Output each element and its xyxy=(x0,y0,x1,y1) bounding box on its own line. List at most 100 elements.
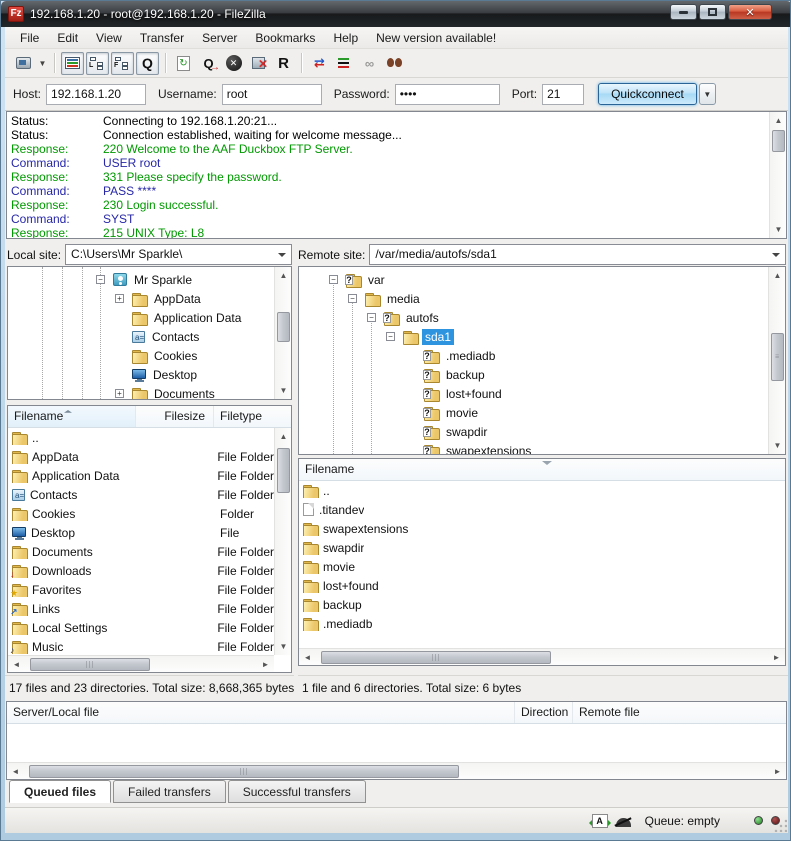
menu-bookmarks[interactable]: Bookmarks xyxy=(246,28,324,48)
remote-file-list[interactable]: Filename .. .titandev swapextensions swa… xyxy=(298,458,786,666)
title-bar[interactable]: Fz 192.168.1.20 - root@192.168.1.20 - Fi… xyxy=(1,1,791,27)
expand-expander[interactable]: + xyxy=(115,294,124,303)
search-button[interactable] xyxy=(383,52,406,75)
list-item[interactable]: lost+found xyxy=(299,576,785,595)
quickconnect-dropdown[interactable]: ▼ xyxy=(699,83,716,105)
toggle-remote-tree-button[interactable]: F xyxy=(111,52,134,75)
scrollbar-thumb[interactable] xyxy=(772,130,785,152)
collapse-expander[interactable]: − xyxy=(329,275,338,284)
message-log[interactable]: Status:Connecting to 192.168.1.20:21... … xyxy=(6,111,787,239)
scrollbar-thumb[interactable] xyxy=(277,312,290,342)
scroll-right-arrow[interactable]: ► xyxy=(769,763,786,780)
tree-item[interactable]: ?swapextensions xyxy=(299,441,785,455)
cancel-button[interactable]: ✕ xyxy=(222,52,245,75)
tree-item[interactable]: ?lost+found xyxy=(299,384,785,403)
scroll-left-arrow[interactable]: ◄ xyxy=(7,763,24,780)
scrollbar-thumb[interactable]: ||| xyxy=(321,651,551,664)
host-input[interactable] xyxy=(46,84,146,105)
local-file-list[interactable]: Filename Filesize Filetype .. AppDataFil… xyxy=(7,405,292,673)
scroll-down-arrow[interactable]: ▼ xyxy=(770,221,787,238)
tree-item[interactable]: −?var xyxy=(299,270,785,289)
tree-item[interactable]: −Mr Sparkle xyxy=(8,270,291,289)
list-item[interactable]: ↗LinksFile Folder xyxy=(8,599,274,618)
tab-successful-transfers[interactable]: Successful transfers xyxy=(228,780,366,803)
queue-hscrollbar[interactable]: ◄ ||| ► xyxy=(7,762,786,779)
menu-transfer[interactable]: Transfer xyxy=(131,28,193,48)
remote-tree-scrollbar[interactable]: ▲ ≡ ▼ xyxy=(768,267,785,454)
column-header-direction[interactable]: Direction xyxy=(515,702,573,723)
maximize-button[interactable] xyxy=(699,4,726,20)
close-button[interactable]: ✕ xyxy=(728,4,772,20)
tree-item[interactable]: Application Data xyxy=(8,308,291,327)
scrollbar-thumb[interactable]: ||| xyxy=(29,765,459,778)
list-item[interactable]: CookiesFolder xyxy=(8,504,274,523)
menu-file[interactable]: File xyxy=(11,28,48,48)
tree-item[interactable]: ?backup xyxy=(299,365,785,384)
synchronized-browsing-button[interactable]: ∞ xyxy=(358,52,381,75)
list-item[interactable]: ♪MusicFile Folder xyxy=(8,637,274,655)
tab-failed-transfers[interactable]: Failed transfers xyxy=(113,780,226,803)
menu-server[interactable]: Server xyxy=(193,28,246,48)
local-tree[interactable]: −Mr Sparkle +AppData Application Data Co… xyxy=(7,266,292,400)
collapse-expander[interactable]: − xyxy=(348,294,357,303)
toggle-message-log-button[interactable] xyxy=(61,52,84,75)
list-item[interactable]: ★FavoritesFile Folder xyxy=(8,580,274,599)
remote-tree[interactable]: −?var −media −?autofs −sda1 ?.mediadb ?b… xyxy=(298,266,786,455)
column-header-remote-file[interactable]: Remote file xyxy=(573,702,786,723)
list-item[interactable]: Local SettingsFile Folder xyxy=(8,618,274,637)
collapse-expander[interactable]: − xyxy=(367,313,376,322)
quickconnect-button[interactable]: Quickconnect xyxy=(598,83,697,105)
list-item[interactable]: DesktopFile xyxy=(8,523,274,542)
transfer-queue[interactable]: Server/Local file Direction Remote file … xyxy=(6,701,787,780)
username-input[interactable] xyxy=(222,84,322,105)
scroll-left-arrow[interactable]: ◄ xyxy=(8,656,25,673)
disconnect-button[interactable]: ✕ xyxy=(247,52,270,75)
list-item[interactable]: .titandev xyxy=(299,500,785,519)
log-scrollbar[interactable]: ▲ ▼ xyxy=(769,112,786,238)
list-item[interactable]: ↓DownloadsFile Folder xyxy=(8,561,274,580)
collapse-expander[interactable]: − xyxy=(96,275,105,284)
scroll-right-arrow[interactable]: ► xyxy=(257,656,274,673)
list-item[interactable]: .. xyxy=(8,428,274,447)
menu-edit[interactable]: Edit xyxy=(48,28,87,48)
tree-item[interactable]: +Documents xyxy=(8,384,291,400)
resize-grip[interactable] xyxy=(774,819,787,832)
list-item[interactable]: DocumentsFile Folder xyxy=(8,542,274,561)
list-item[interactable]: ContactsFile Folder xyxy=(8,485,274,504)
local-list-vscrollbar[interactable]: ▲ ▼ xyxy=(274,428,291,655)
scroll-down-arrow[interactable]: ▼ xyxy=(275,382,292,399)
process-queue-button[interactable]: Q→ xyxy=(197,52,220,75)
scroll-down-arrow[interactable]: ▼ xyxy=(275,638,292,655)
local-list-hscrollbar[interactable]: ◄ ||| ► xyxy=(8,655,274,672)
tree-item[interactable]: −?autofs xyxy=(299,308,785,327)
toggle-queue-button[interactable]: Q xyxy=(136,52,159,75)
menu-new-version[interactable]: New version available! xyxy=(367,28,505,48)
expand-expander[interactable]: + xyxy=(115,389,124,398)
tree-item[interactable]: ?movie xyxy=(299,403,785,422)
list-item[interactable]: Application DataFile Folder xyxy=(8,466,274,485)
tree-item[interactable]: Contacts xyxy=(8,327,291,346)
list-item[interactable]: swapextensions xyxy=(299,519,785,538)
scroll-down-arrow[interactable]: ▼ xyxy=(769,437,786,454)
list-item[interactable]: swapdir xyxy=(299,538,785,557)
toggle-local-tree-button[interactable]: L xyxy=(86,52,109,75)
list-item[interactable]: .mediadb xyxy=(299,614,785,633)
column-header-local-file[interactable]: Server/Local file xyxy=(7,702,515,723)
remote-site-combobox[interactable]: /var/media/autofs/sda1 xyxy=(369,244,786,265)
tree-item[interactable]: −sda1 xyxy=(299,327,785,346)
port-input[interactable] xyxy=(542,84,584,105)
scroll-up-arrow[interactable]: ▲ xyxy=(770,112,787,129)
tree-item[interactable]: ?swapdir xyxy=(299,422,785,441)
site-manager-dropdown[interactable]: ▼ xyxy=(36,52,49,75)
refresh-button[interactable]: ↻ xyxy=(172,52,195,75)
list-item[interactable]: movie xyxy=(299,557,785,576)
column-header-filesize[interactable]: Filesize xyxy=(136,406,214,427)
column-header-filename[interactable]: Filename xyxy=(8,406,136,427)
compare-directories-button[interactable]: ⇄ xyxy=(308,52,331,75)
menu-view[interactable]: View xyxy=(87,28,131,48)
list-item[interactable]: .. xyxy=(299,481,785,500)
list-item[interactable]: backup xyxy=(299,595,785,614)
password-input[interactable] xyxy=(395,84,500,105)
minimize-button[interactable] xyxy=(670,4,697,20)
tree-item[interactable]: +AppData xyxy=(8,289,291,308)
